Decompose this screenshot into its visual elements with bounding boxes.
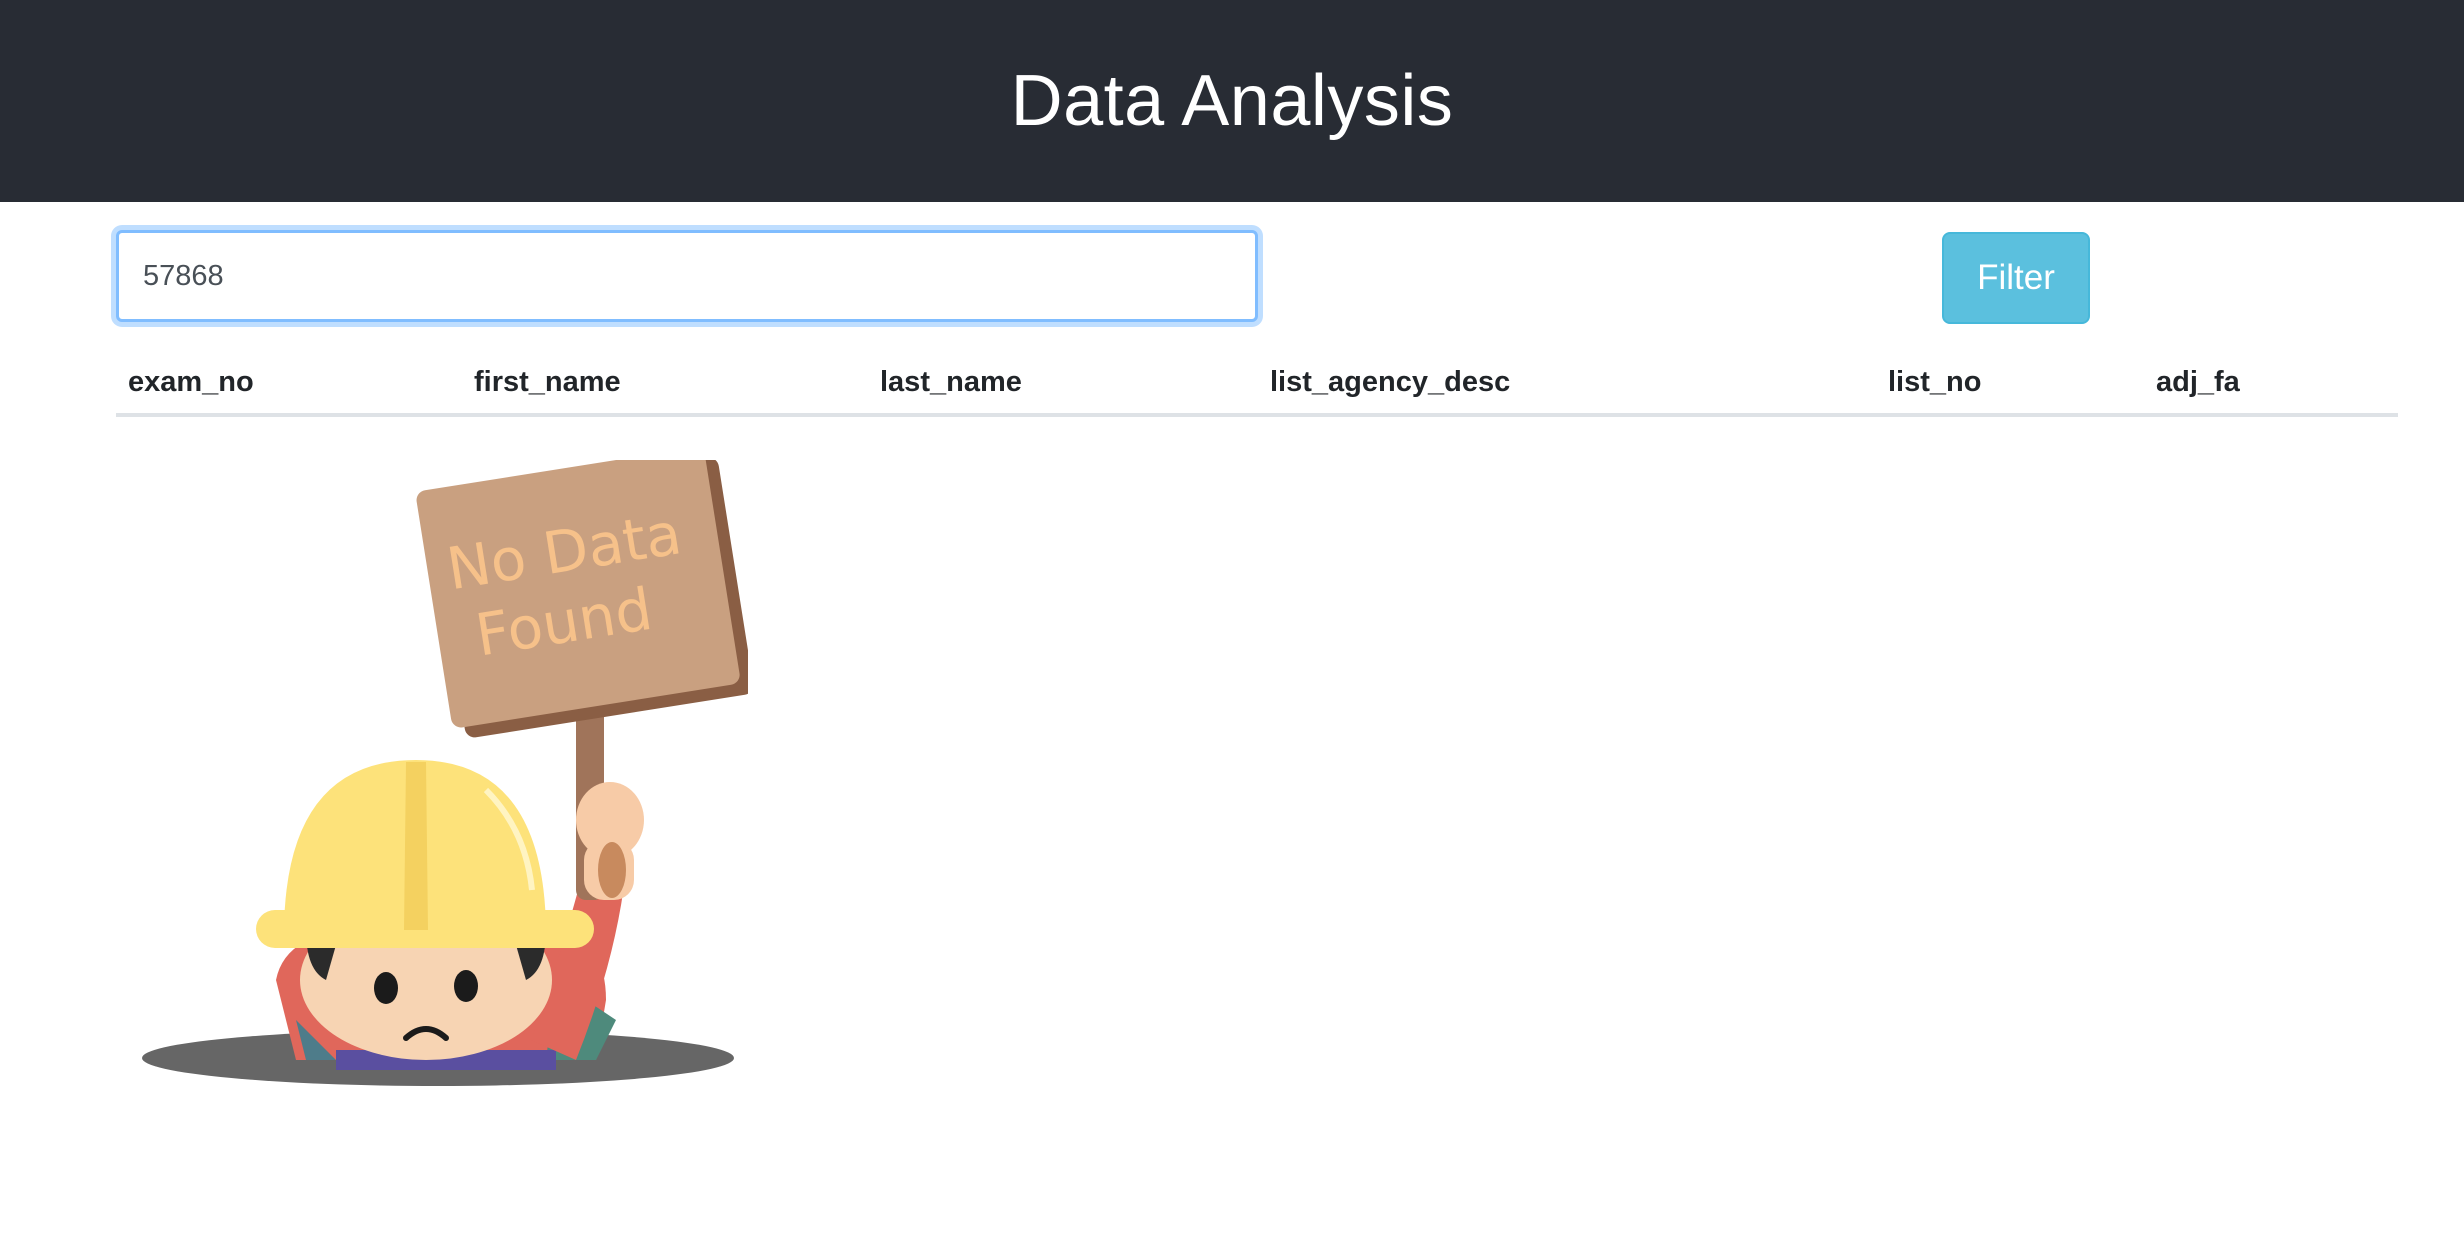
page-title: Data Analysis [1010,61,1454,141]
results-table: exam_no first_name last_name list_agency… [116,350,2398,417]
column-header-adj-fa[interactable]: adj_fa [2144,350,2398,417]
column-header-first-name[interactable]: first_name [462,350,868,417]
column-header-list-no[interactable]: list_no [1876,350,2144,417]
app-header: Data Analysis [0,0,2464,202]
column-header-list-agency-desc[interactable]: list_agency_desc [1258,350,1876,417]
column-header-exam-no[interactable]: exam_no [116,350,462,417]
filter-button[interactable]: Filter [1942,232,2090,324]
no-data-illustration: No Data Found [142,460,748,1086]
sign-board: No Data Found [416,460,748,738]
table-header-row: exam_no first_name last_name list_agency… [116,350,2398,417]
search-input[interactable] [116,230,1258,322]
column-header-last-name[interactable]: last_name [868,350,1258,417]
